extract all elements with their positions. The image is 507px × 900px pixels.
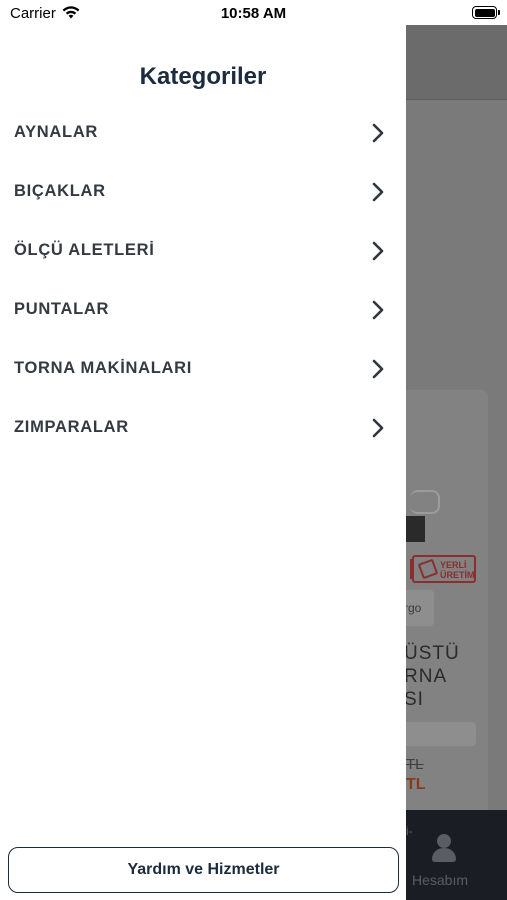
new-price: TL: [406, 776, 426, 793]
category-label: ÖLÇÜ ALETLERİ: [14, 241, 155, 259]
category-label: PUNTALAR: [14, 300, 110, 318]
tab-label-partial: i-: [406, 824, 413, 838]
background-header: [406, 25, 507, 100]
tab-account-label: Hesabım: [412, 872, 469, 888]
background-app-overlay[interactable]: YERLİ ÜRETİM rgo ÜSTÜ RNA SI TL TL i- He…: [406, 25, 507, 900]
status-bar: Carrier 10:58 AM: [0, 0, 507, 25]
category-item-bicaklar[interactable]: BIÇAKLAR: [0, 162, 406, 221]
status-time: 10:58 AM: [220, 5, 287, 22]
category-item-zimparalar[interactable]: ZIMPARALAR: [0, 398, 406, 457]
tab-bar: i- Hesabım: [406, 810, 507, 900]
category-item-aynalar[interactable]: AYNALAR: [0, 103, 406, 162]
battery-icon: [472, 6, 500, 19]
old-price: TL: [406, 756, 424, 773]
chevron-right-icon: [372, 123, 384, 142]
drawer-title: Kategoriler: [139, 63, 267, 90]
category-label: TORNA MAKİNALARI: [14, 359, 193, 377]
chevron-right-icon: [372, 300, 384, 319]
chevron-right-icon: [372, 359, 384, 378]
tag-icon: [417, 558, 439, 580]
user-icon: [432, 834, 456, 862]
category-label: ZIMPARALAR: [14, 418, 129, 436]
chevron-right-icon: [372, 241, 384, 260]
product-title: ÜSTÜ RNA SI: [406, 643, 460, 710]
category-list: AYNALAR BIÇAKLAR ÖLÇÜ ALETLERİ PUNTALAR …: [0, 103, 406, 457]
chevron-right-icon: [372, 182, 384, 201]
category-label: BIÇAKLAR: [14, 182, 106, 200]
product-image: [406, 490, 440, 542]
chevron-right-icon: [372, 418, 384, 437]
cargo-chip: rgo: [406, 590, 434, 626]
category-item-olcu-aletleri[interactable]: ÖLÇÜ ALETLERİ: [0, 221, 406, 280]
category-label: AYNALAR: [14, 123, 99, 141]
category-item-torna-makinalari[interactable]: TORNA MAKİNALARI: [0, 339, 406, 398]
category-item-puntalar[interactable]: PUNTALAR: [0, 280, 406, 339]
product-info-bar: [406, 722, 476, 746]
help-and-services-button[interactable]: Yardım ve Hizmetler: [8, 847, 399, 893]
local-production-badge: YERLİ ÜRETİM: [410, 555, 476, 583]
category-drawer: Kategoriler AYNALAR BIÇAKLAR ÖLÇÜ ALETLE…: [0, 25, 406, 900]
